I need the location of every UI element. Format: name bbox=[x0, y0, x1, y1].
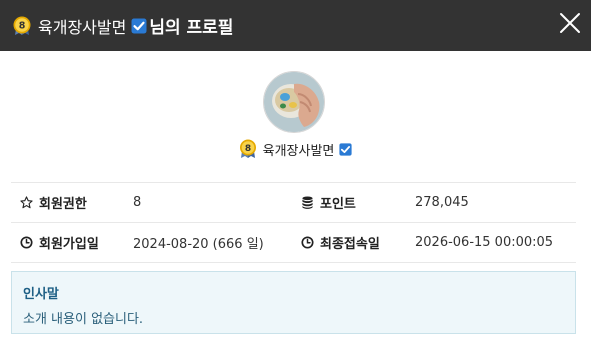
greeting-box: 인사말 소개 내용이 없습니다. bbox=[11, 271, 576, 334]
clock-icon bbox=[301, 236, 314, 249]
greeting-body: 소개 내용이 없습니다. bbox=[23, 312, 144, 327]
header-username: 육개장사발면 bbox=[38, 17, 127, 37]
avatar-image bbox=[264, 72, 324, 132]
stats-row: 회원가입일 2024-08-20 (666 일) 최종접속일 2026-06-1… bbox=[11, 222, 576, 263]
last-login-value: 2026-06-15 00:00:05 bbox=[415, 235, 554, 250]
verified-check-icon bbox=[339, 142, 352, 156]
rank-value: 8 bbox=[133, 195, 142, 210]
verified-check-icon bbox=[131, 18, 147, 33]
rank-label-cell: 회원권한 bbox=[11, 193, 133, 212]
profile-username: 육개장사발면 bbox=[262, 143, 335, 159]
database-icon bbox=[302, 196, 313, 209]
last-login-label: 최종접속일 bbox=[320, 237, 380, 252]
level-badge-icon: 8 bbox=[13, 16, 31, 35]
level-badge-icon: 8 bbox=[239, 139, 256, 158]
points-value: 278,045 bbox=[415, 195, 469, 210]
joined-label-cell: 회원가입일 bbox=[11, 233, 133, 252]
profile-level-number: 8 bbox=[244, 144, 250, 154]
rank-label: 회원권한 bbox=[39, 197, 87, 212]
profile-name-row: 8 육개장사발면 bbox=[0, 139, 591, 159]
points-label-cell: 포인트 bbox=[291, 193, 415, 212]
joined-label: 회원가입일 bbox=[39, 237, 99, 252]
stats-row: 회원권한 8 포인트 278,045 bbox=[11, 182, 576, 222]
profile-stats-table: 회원권한 8 포인트 278,045 회원가입일 2024-08-20 (666… bbox=[11, 182, 576, 263]
points-label: 포인트 bbox=[320, 197, 356, 212]
joined-value: 2024-08-20 (666 일) bbox=[133, 237, 264, 252]
close-icon[interactable] bbox=[559, 12, 581, 34]
modal-header: 8 육개장사발면 님의 프로필 bbox=[0, 0, 591, 51]
header-level-number: 8 bbox=[19, 20, 26, 31]
greeting-title: 인사말 bbox=[23, 287, 59, 302]
last-login-label-cell: 최종접속일 bbox=[291, 233, 415, 252]
avatar bbox=[263, 71, 325, 133]
clock-icon bbox=[20, 236, 33, 249]
header-title-suffix: 님의 프로필 bbox=[149, 18, 234, 38]
star-icon bbox=[20, 196, 33, 209]
